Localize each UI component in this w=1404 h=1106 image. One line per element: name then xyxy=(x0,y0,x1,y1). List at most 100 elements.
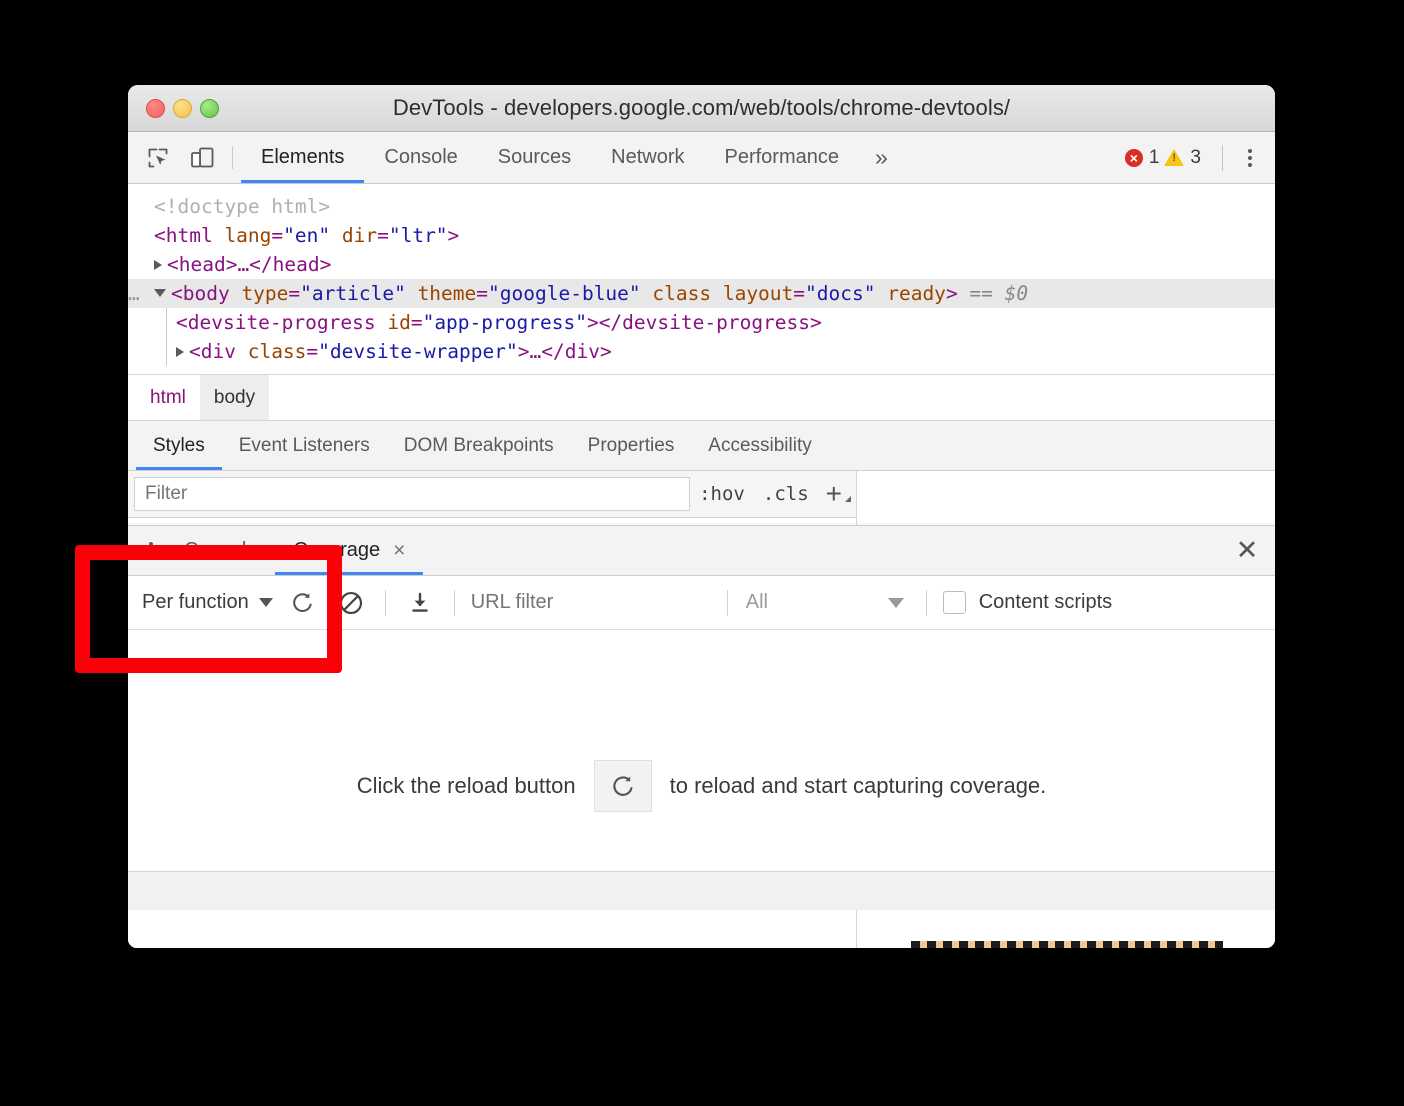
coverage-type-filter-label: All xyxy=(746,591,768,614)
dom-token: id xyxy=(376,311,411,334)
coverage-empty-state: Click the reload button to reload and st… xyxy=(128,630,1275,910)
close-drawer-icon[interactable]: ✕ xyxy=(1219,526,1275,575)
window-title: DevTools - developers.google.com/web/too… xyxy=(128,95,1275,121)
triangle-right-icon[interactable] xyxy=(176,347,184,357)
dom-token: <!doctype html> xyxy=(154,195,330,218)
dom-node-head[interactable]: <head>…</head> xyxy=(128,250,1275,279)
coverage-granularity-dropdown[interactable]: Per function xyxy=(142,591,279,614)
more-tabs-chevron-icon[interactable]: » xyxy=(859,132,904,183)
dom-token: = xyxy=(306,340,318,363)
tab-dom-breakpoints[interactable]: DOM Breakpoints xyxy=(387,421,571,470)
dom-token: = xyxy=(271,224,283,247)
tab-accessibility[interactable]: Accessibility xyxy=(691,421,828,470)
tab-styles[interactable]: Styles xyxy=(136,421,222,470)
dom-node-doctype[interactable]: <!doctype html> xyxy=(128,192,1275,221)
tab-properties[interactable]: Properties xyxy=(571,421,692,470)
plus-icon: + xyxy=(826,478,842,509)
reload-icon-2 xyxy=(610,773,636,799)
new-style-rule-button[interactable]: + xyxy=(818,480,856,508)
dom-token: "app-progress" xyxy=(423,311,587,334)
drawer-tab-coverage[interactable]: Coverage × xyxy=(275,526,423,575)
element-classes-cls-button[interactable]: .cls xyxy=(754,483,818,505)
dom-token: "google-blue" xyxy=(488,282,641,305)
dom-token: <devsite-progress xyxy=(176,311,376,334)
tab-event-listeners[interactable]: Event Listeners xyxy=(222,421,387,470)
tab-network[interactable]: Network xyxy=(591,132,704,183)
coverage-toolbar-divider-3 xyxy=(727,590,728,616)
dom-token: <body xyxy=(171,282,230,305)
triangle-right-icon[interactable] xyxy=(154,260,162,270)
error-icon: × xyxy=(1125,149,1143,167)
content-scripts-checkbox[interactable]: Content scripts xyxy=(937,591,1112,614)
issue-counters[interactable]: × 1 3 xyxy=(1125,147,1206,169)
minimize-window-button[interactable] xyxy=(173,99,192,118)
coverage-export-button[interactable] xyxy=(396,583,444,623)
coverage-empty-text-after: to reload and start capturing coverage. xyxy=(670,773,1047,799)
dom-token: lang xyxy=(213,224,272,247)
kebab-menu-icon[interactable] xyxy=(1235,149,1265,167)
tab-elements[interactable]: Elements xyxy=(241,132,364,183)
coverage-url-filter-input[interactable] xyxy=(465,591,717,614)
dom-token: <div xyxy=(189,340,236,363)
tab-sources[interactable]: Sources xyxy=(478,132,591,183)
tab-console[interactable]: Console xyxy=(364,132,477,183)
content-scripts-label: Content scripts xyxy=(979,591,1112,614)
coverage-reload-button[interactable] xyxy=(279,583,327,623)
dom-token: = xyxy=(377,224,389,247)
warning-icon xyxy=(1164,149,1184,166)
drawer-tab-console[interactable]: Console xyxy=(166,526,275,575)
dom-token: > xyxy=(448,224,460,247)
tab-network-label: Network xyxy=(611,146,684,169)
reload-icon xyxy=(290,590,315,615)
dom-node-html[interactable]: <html lang="en" dir="ltr"> xyxy=(128,221,1275,250)
devtools-drawer: Console Coverage × ✕ Per function xyxy=(128,525,1275,910)
chevron-down-icon-2 xyxy=(888,598,904,608)
coverage-toolbar-divider-2 xyxy=(454,590,455,616)
dom-token: theme xyxy=(406,282,476,305)
export-download-icon xyxy=(408,591,432,615)
clear-icon xyxy=(338,590,364,616)
coverage-type-filter-dropdown[interactable]: All xyxy=(738,591,916,614)
force-state-hov-button[interactable]: :hov xyxy=(690,483,754,505)
dom-token: = xyxy=(793,282,805,305)
panel-tabs: Elements Console Sources Network Perform… xyxy=(241,132,904,183)
dom-node-body[interactable]: …<body type="article" theme="google-blue… xyxy=(128,279,1275,308)
close-coverage-tab-icon[interactable]: × xyxy=(393,540,405,561)
maximize-window-button[interactable] xyxy=(200,99,219,118)
tab-elements-label: Elements xyxy=(261,146,344,169)
styles-sidebar-tabs: Styles Event Listeners DOM Breakpoints P… xyxy=(128,421,1275,471)
dom-token: "ltr" xyxy=(389,224,448,247)
triangle-down-icon[interactable] xyxy=(154,289,166,297)
box-model-diagram xyxy=(911,941,1223,948)
dom-token: = xyxy=(411,311,423,334)
coverage-empty-text-before: Click the reload button xyxy=(357,773,576,799)
coverage-toolbar: Per function xyxy=(128,576,1275,630)
styles-filter-row: :hov .cls + xyxy=(128,471,856,518)
error-count: 1 xyxy=(1149,147,1160,169)
breadcrumb-item-html[interactable]: html xyxy=(136,375,200,420)
inspect-element-icon[interactable] xyxy=(136,132,180,183)
drawer-tab-bar: Console Coverage × ✕ xyxy=(128,526,1275,576)
close-window-button[interactable] xyxy=(146,99,165,118)
coverage-toolbar-divider-4 xyxy=(926,590,927,616)
warning-count: 3 xyxy=(1190,147,1201,169)
dom-token: class xyxy=(236,340,306,363)
chevron-down-icon xyxy=(259,598,273,607)
toolbar-right-group: × 1 3 xyxy=(1125,132,1275,183)
styles-filter-input[interactable] xyxy=(134,477,690,511)
breadcrumb-item-body[interactable]: body xyxy=(200,375,269,420)
coverage-empty-reload-button[interactable] xyxy=(594,760,652,812)
dom-node-overflow-prefix: … xyxy=(128,279,139,308)
drawer-menu-icon[interactable] xyxy=(136,526,166,575)
tab-performance[interactable]: Performance xyxy=(705,132,860,183)
dom-token: class layout xyxy=(641,282,794,305)
dom-node-devsite-progress[interactable]: <devsite-progress id="app-progress"></de… xyxy=(128,308,1275,337)
dom-token: type xyxy=(230,282,289,305)
dom-token: == $0 xyxy=(958,282,1028,305)
device-toolbar-icon[interactable] xyxy=(180,132,224,183)
coverage-clear-button[interactable] xyxy=(327,583,375,623)
dom-node-devsite-wrapper[interactable]: <div class="devsite-wrapper">…</div> xyxy=(128,337,1275,366)
checkbox-icon xyxy=(943,591,966,614)
dom-token: ready xyxy=(875,282,945,305)
dom-tree[interactable]: <!doctype html> <html lang="en" dir="ltr"… xyxy=(128,184,1275,375)
